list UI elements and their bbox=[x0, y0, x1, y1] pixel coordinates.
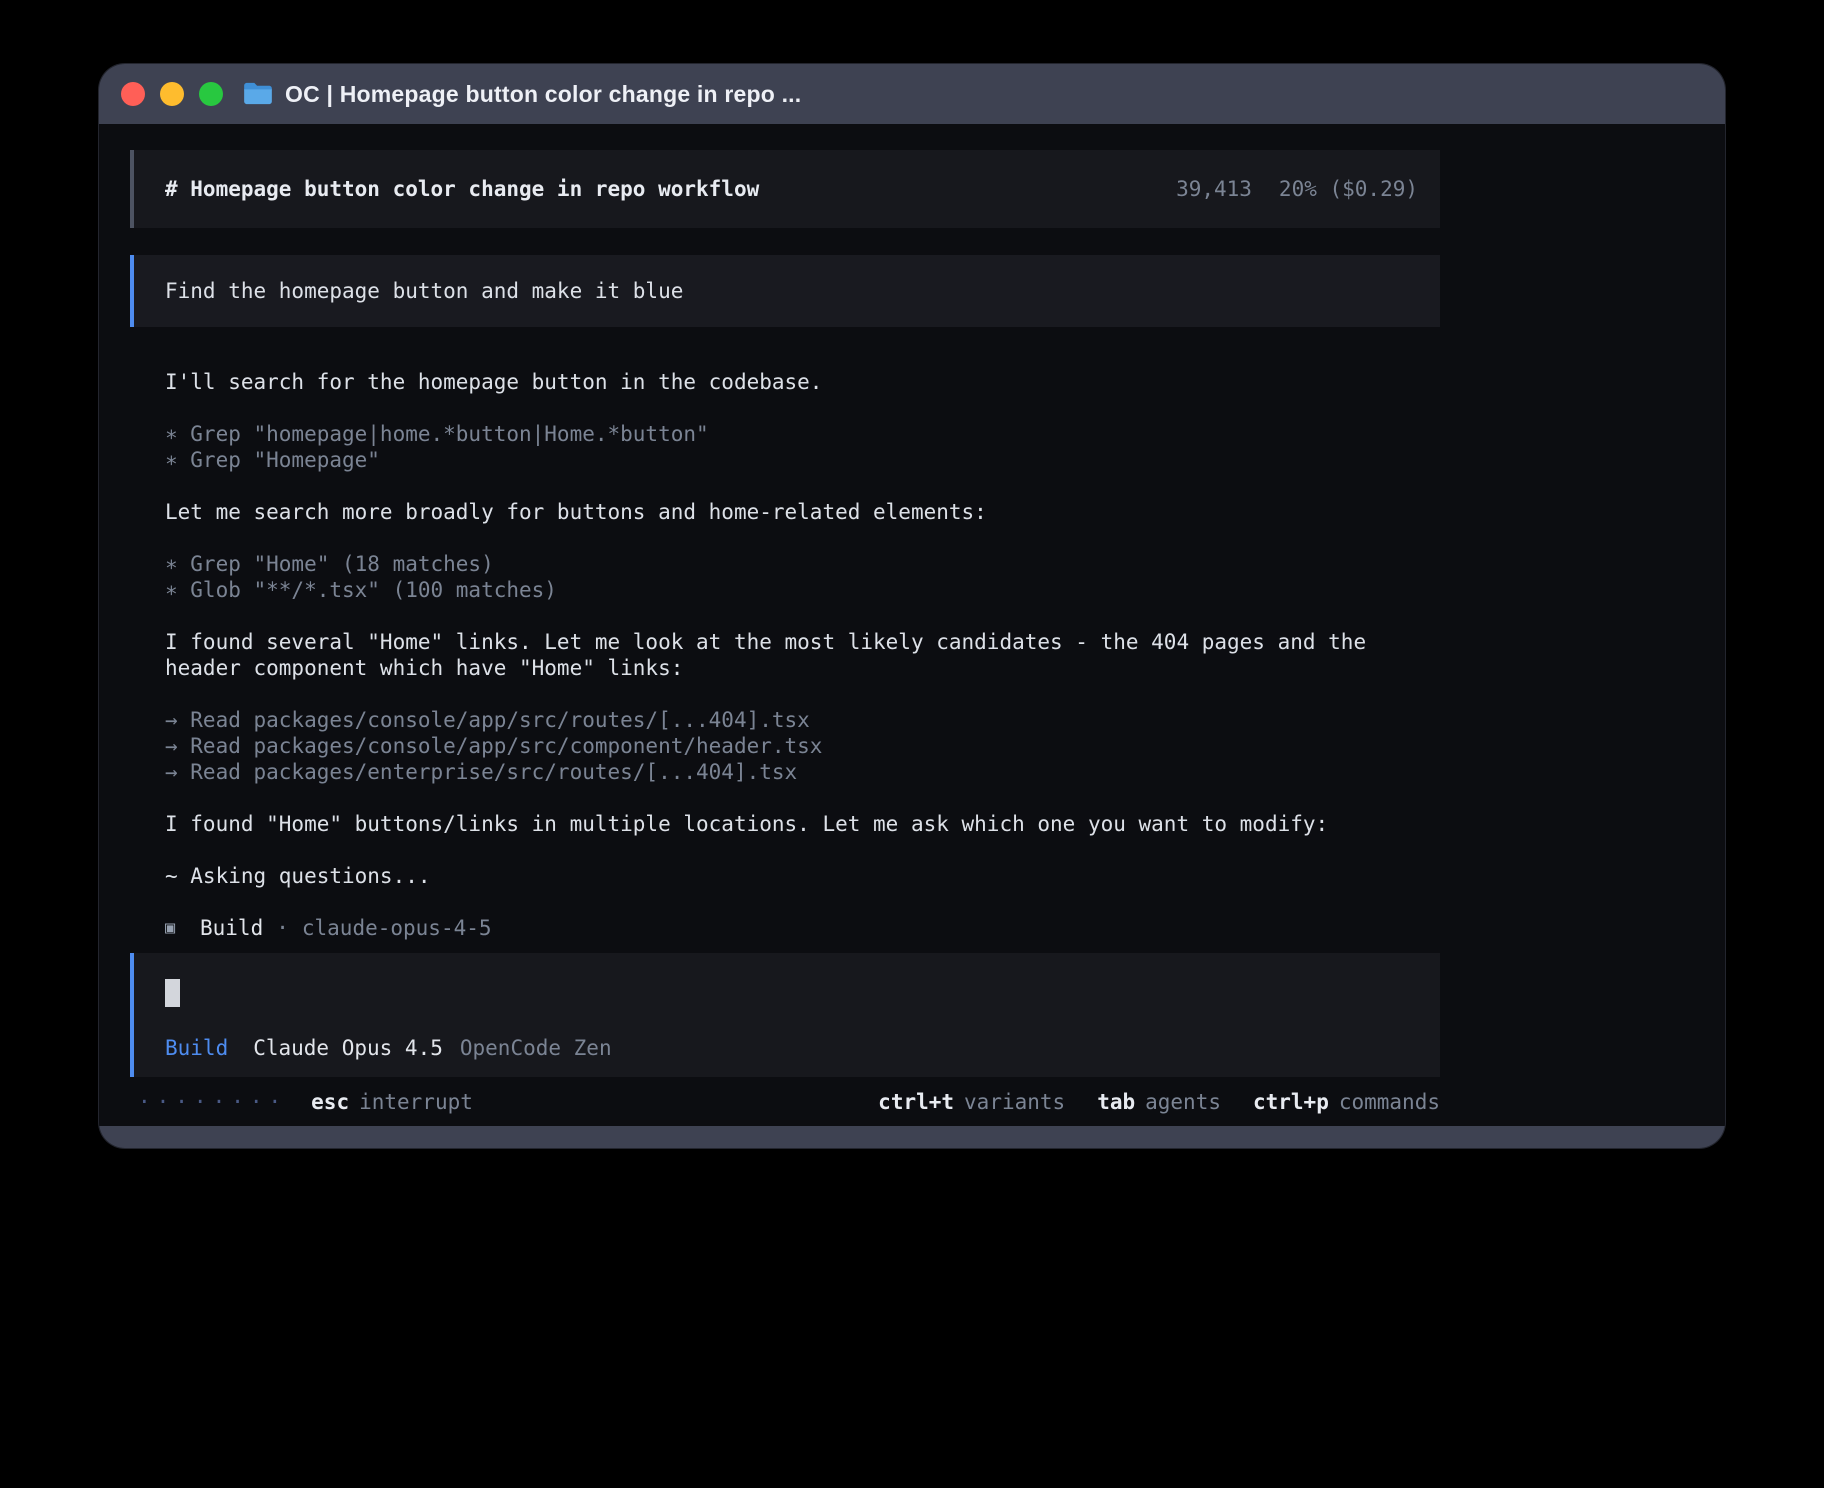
desktop: OC | Homepage button color change in rep… bbox=[0, 0, 1824, 1488]
interrupt-hint: esc interrupt bbox=[311, 1089, 473, 1115]
transcript-line: I'll search for the homepage button in t… bbox=[165, 369, 1395, 395]
window-title: OC | Homepage button color change in rep… bbox=[285, 81, 801, 108]
shortcut-label: agents bbox=[1145, 1090, 1221, 1114]
zoom-button[interactable] bbox=[199, 82, 223, 106]
transcript-line: Let me search more broadly for buttons a… bbox=[165, 499, 1395, 525]
session-header: # Homepage button color change in repo w… bbox=[130, 150, 1440, 228]
agent-build-icon: ▣ bbox=[165, 915, 187, 941]
assistant-text: I found "Home" buttons/links in multiple… bbox=[165, 811, 1395, 837]
statusbar-left: ········ esc interrupt bbox=[138, 1089, 473, 1115]
transcript-line: ∗ Grep "homepage|home.*button|Home.*butt… bbox=[165, 421, 1395, 447]
transcript-line: ∗ Glob "**/*.tsx" (100 matches) bbox=[165, 577, 1395, 603]
transcript-line: I found several "Home" links. Let me loo… bbox=[165, 629, 1395, 681]
esc-label: interrupt bbox=[359, 1090, 473, 1114]
agent-model: claude-opus-4-5 bbox=[302, 915, 492, 941]
token-count: 39,413 bbox=[1176, 176, 1252, 202]
context-usage: 20% ($0.29) bbox=[1279, 176, 1418, 202]
input-mode[interactable]: Build bbox=[165, 1035, 228, 1061]
shortcut-key: ctrl+t bbox=[878, 1090, 954, 1114]
transcript-line: ∗ Grep "Homepage" bbox=[165, 447, 1395, 473]
user-message-text: Find the homepage button and make it blu… bbox=[165, 279, 683, 303]
titlebar: OC | Homepage button color change in rep… bbox=[99, 64, 1725, 124]
shortcut-key: tab bbox=[1097, 1090, 1135, 1114]
assistant-text: Let me search more broadly for buttons a… bbox=[165, 499, 1395, 525]
statusbar-shortcuts: ctrl+t variants tab agents ctrl+p commands bbox=[878, 1089, 1440, 1115]
text-cursor bbox=[165, 979, 180, 1007]
shortcut-variants: ctrl+t variants bbox=[878, 1089, 1065, 1115]
tool-call-group: → Read packages/console/app/src/routes/[… bbox=[165, 707, 1395, 785]
transcript-line: I found "Home" buttons/links in multiple… bbox=[165, 811, 1395, 837]
assistant-text: I'll search for the homepage button in t… bbox=[165, 369, 1395, 395]
assistant-text: I found several "Home" links. Let me loo… bbox=[165, 629, 1395, 681]
user-message: Find the homepage button and make it blu… bbox=[130, 255, 1440, 327]
input-provider: OpenCode Zen bbox=[460, 1035, 612, 1061]
agent-separator: · bbox=[276, 915, 289, 941]
shortcut-commands: ctrl+p commands bbox=[1253, 1089, 1440, 1115]
terminal-content: # Homepage button color change in repo w… bbox=[99, 124, 1440, 1115]
transcript: I'll search for the homepage button in t… bbox=[130, 369, 1440, 889]
shortcut-label: variants bbox=[964, 1090, 1065, 1114]
shortcut-label: commands bbox=[1339, 1090, 1440, 1114]
esc-key: esc bbox=[311, 1090, 349, 1114]
close-button[interactable] bbox=[121, 82, 145, 106]
window-controls bbox=[121, 82, 223, 106]
agent-mode: Build bbox=[200, 915, 263, 941]
folder-icon bbox=[243, 82, 273, 106]
spinner-dots: ········ bbox=[138, 1089, 287, 1115]
agent-status-line: ▣ Build · claude-opus-4-5 bbox=[130, 915, 1440, 941]
transcript-line: ~ Asking questions... bbox=[165, 863, 1395, 889]
tool-call-group: ∗ Grep "Home" (18 matches)∗ Glob "**/*.t… bbox=[165, 551, 1395, 603]
transcript-line: → Read packages/enterprise/src/routes/[.… bbox=[165, 759, 1395, 785]
session-title: # Homepage button color change in repo w… bbox=[165, 176, 759, 202]
shortcut-key: ctrl+p bbox=[1253, 1090, 1329, 1114]
transcript-line: ∗ Grep "Home" (18 matches) bbox=[165, 551, 1395, 577]
statusbar: ········ esc interrupt ctrl+t variants taba… bbox=[130, 1089, 1440, 1115]
input-model[interactable]: Claude Opus 4.5 bbox=[253, 1035, 443, 1061]
minimize-button[interactable] bbox=[160, 82, 184, 106]
assistant-text: ~ Asking questions... bbox=[165, 863, 1395, 889]
prompt-input[interactable]: Build Claude Opus 4.5 OpenCode Zen bbox=[130, 953, 1440, 1077]
shortcut-agents: tab agents bbox=[1097, 1089, 1221, 1115]
terminal-window: OC | Homepage button color change in rep… bbox=[99, 64, 1725, 1148]
window-footer bbox=[99, 1126, 1725, 1148]
input-mode-line: Build Claude Opus 4.5 OpenCode Zen bbox=[165, 1035, 1418, 1061]
transcript-line: → Read packages/console/app/src/routes/[… bbox=[165, 707, 1395, 733]
transcript-line: → Read packages/console/app/src/componen… bbox=[165, 733, 1395, 759]
tool-call-group: ∗ Grep "homepage|home.*button|Home.*butt… bbox=[165, 421, 1395, 473]
session-meta: 39,413 20% ($0.29) bbox=[1176, 176, 1418, 202]
